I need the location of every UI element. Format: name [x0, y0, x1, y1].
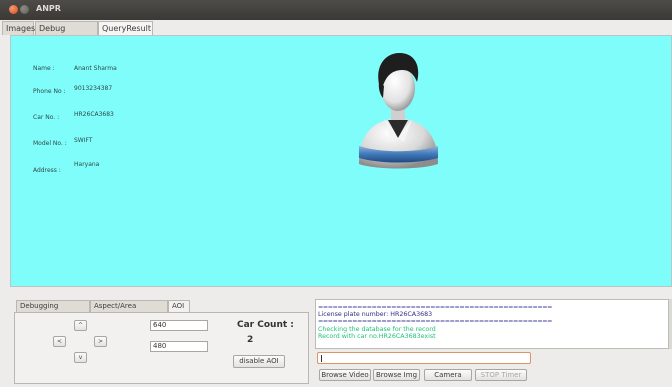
car-no-label: Car No. : [33, 114, 60, 121]
aoi-height-input[interactable]: 480 [150, 341, 208, 352]
car-count-value: 2 [247, 335, 254, 345]
log-output: ========================================… [315, 299, 670, 349]
aoi-right-button[interactable]: > [94, 336, 107, 347]
title-bar [0, 0, 672, 20]
stop-timer-button[interactable]: STOP Timer [475, 369, 527, 381]
text-cursor [321, 355, 322, 362]
address-label: Address : [33, 167, 61, 174]
close-window-icon[interactable] [9, 5, 18, 14]
disable-aoi-button[interactable]: disable AOI [233, 355, 285, 368]
tab-aoi[interactable]: AOI [168, 300, 190, 312]
car-no-value: HR26CA3683 [74, 111, 114, 118]
query-result-panel: Name : Anant Sharma Phone No : 901323438… [10, 35, 672, 287]
command-input[interactable] [317, 352, 531, 364]
log-line-record: Record with car no.HR26CA3683exist [318, 332, 436, 340]
phone-value: 9013234387 [74, 85, 113, 92]
tab-debug-images[interactable]: Debug Images [35, 21, 98, 46]
log-line-plate: License plate number: HR26CA3683 [318, 311, 433, 319]
person-avatar-icon [359, 52, 438, 169]
log-line-checking: Checking the database for the record [318, 325, 436, 333]
aoi-left-button[interactable]: < [53, 336, 66, 347]
camera-button[interactable]: Camera [424, 369, 472, 381]
aoi-up-button[interactable]: ^ [74, 320, 87, 331]
model-no-value: SWIFT [74, 137, 93, 144]
minimize-window-icon[interactable] [20, 5, 29, 14]
log-separator: ========================================… [318, 304, 553, 311]
log-separator: ========================================… [318, 318, 553, 326]
tab-aspect-area-params[interactable]: Aspect/Area Params [90, 300, 168, 321]
tab-images[interactable]: Images [2, 21, 35, 35]
log-scrollbar[interactable] [668, 299, 672, 349]
phone-label: Phone No : [33, 88, 66, 95]
browse-video-button[interactable]: Browse Video [319, 369, 371, 381]
address-value: Haryana [74, 161, 100, 168]
name-label: Name : [33, 65, 55, 72]
model-no-label: Model No. : [33, 140, 67, 147]
aoi-panel: ^ < > v 640 480 Car Count : 2 disable AO… [14, 312, 309, 384]
car-count-label: Car Count : [237, 320, 294, 330]
tab-debugging-options[interactable]: Debugging Options [16, 300, 90, 321]
tab-query-result[interactable]: QueryResult [98, 21, 153, 35]
aoi-width-input[interactable]: 640 [150, 320, 208, 331]
browse-img-button[interactable]: Browse Img [373, 369, 420, 381]
name-value: Anant Sharma [74, 65, 117, 72]
window-title: ANPR [36, 4, 61, 13]
aoi-down-button[interactable]: v [74, 352, 87, 363]
